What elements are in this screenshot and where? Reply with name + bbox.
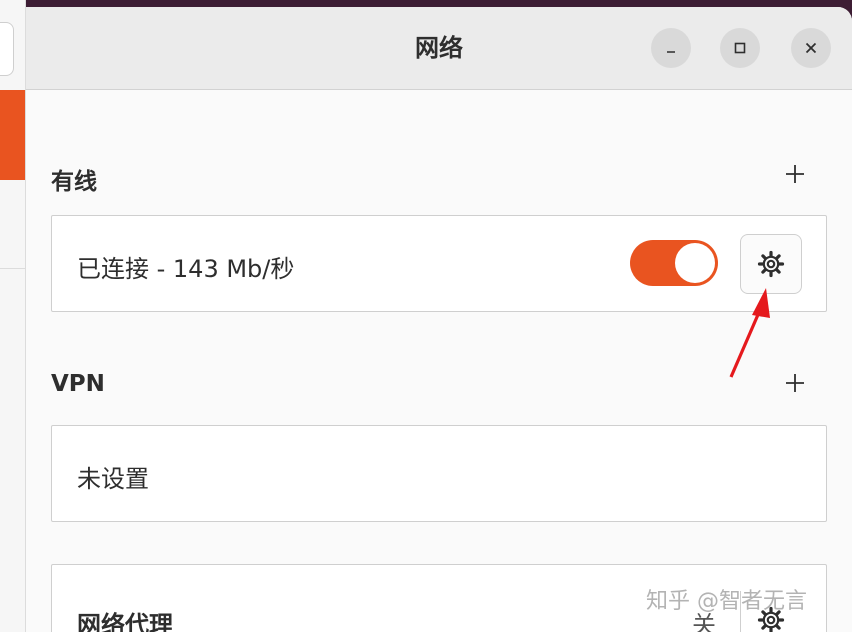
maximize-icon [734, 42, 746, 54]
maximize-button[interactable] [720, 28, 760, 68]
wired-toggle-switch[interactable] [630, 240, 718, 286]
wired-connection-status: 已连接 - 143 Mb/秒 [77, 255, 295, 283]
header-bar: 网络 [26, 7, 852, 90]
minimize-button[interactable] [651, 28, 691, 68]
vpn-card: 未设置 [51, 425, 827, 522]
wired-settings-button[interactable] [740, 234, 802, 294]
wired-section-label: 有线 [51, 169, 97, 195]
minimize-icon [667, 51, 675, 53]
sidebar-divider [0, 268, 25, 269]
vpn-section-label: VPN [51, 371, 105, 397]
sidebar-item-network[interactable] [0, 90, 25, 180]
settings-sidebar [0, 0, 26, 632]
network-settings-window: 网络 有线 已连接 - 143 Mb/秒 VPN 未设置 网络代理 关 [26, 7, 852, 632]
sidebar-search-field[interactable] [0, 22, 14, 76]
toggle-knob [675, 243, 715, 283]
close-icon [805, 42, 817, 54]
add-wired-button[interactable] [780, 159, 810, 189]
add-vpn-button[interactable] [780, 368, 810, 398]
wired-connection-card: 已连接 - 143 Mb/秒 [51, 215, 827, 312]
gear-icon [757, 250, 785, 278]
vpn-status: 未设置 [77, 465, 149, 493]
close-button[interactable] [791, 28, 831, 68]
watermark: 知乎 @智者无言 [646, 589, 807, 614]
plus-icon [786, 165, 804, 183]
network-proxy-label: 网络代理 [77, 611, 173, 632]
plus-icon [786, 374, 804, 392]
